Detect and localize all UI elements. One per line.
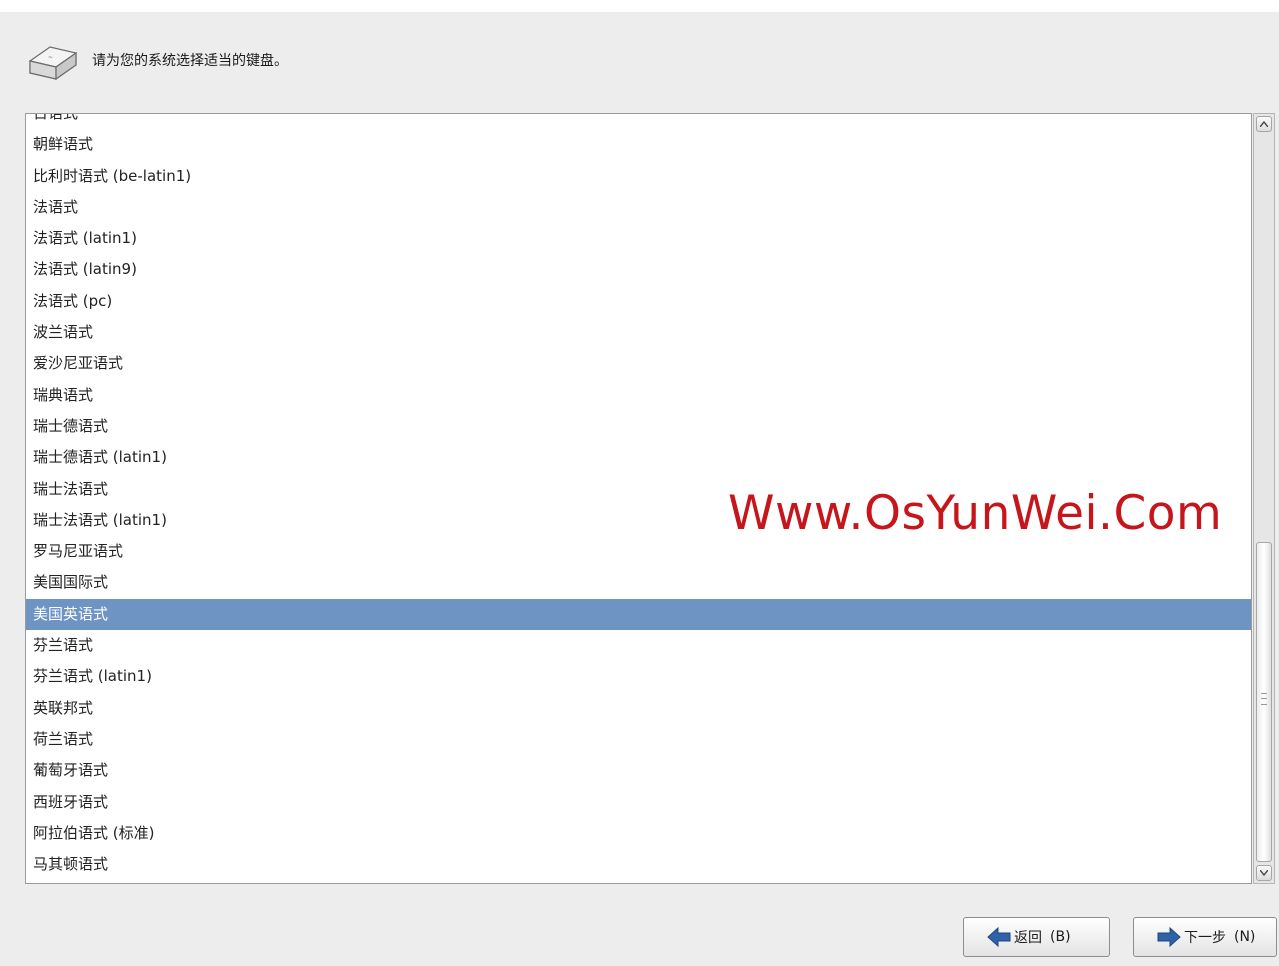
back-button[interactable]: 返回 (B): [963, 917, 1110, 957]
list-item[interactable]: 美国国际式: [26, 567, 1251, 598]
chevron-up-icon: [1260, 121, 1268, 127]
grip-icon: [1261, 693, 1267, 705]
list-item[interactable]: 日语式: [26, 114, 1251, 129]
list-item[interactable]: 阿拉伯语式 (标准): [26, 818, 1251, 849]
list-item[interactable]: 西班牙语式: [26, 787, 1251, 818]
list-item[interactable]: 法语式 (pc): [26, 286, 1251, 317]
list-item[interactable]: 瑞典语式: [26, 380, 1251, 411]
list-item[interactable]: 比利时语式 (be-latin1): [26, 161, 1251, 192]
list-item[interactable]: 芬兰语式 (latin1): [26, 661, 1251, 692]
list-item[interactable]: 荷兰语式: [26, 724, 1251, 755]
scroll-thumb[interactable]: [1256, 542, 1272, 862]
list-item[interactable]: 瑞士德语式: [26, 411, 1251, 442]
scroll-up-button[interactable]: [1256, 116, 1272, 132]
next-button-shortcut: (N): [1234, 929, 1256, 945]
vertical-scrollbar[interactable]: [1253, 113, 1275, 884]
next-button[interactable]: 下一步 (N): [1133, 917, 1277, 957]
list-item-selected[interactable]: 美国英语式: [26, 598, 1251, 631]
svg-text:~: ~: [48, 54, 53, 61]
header-instruction: 请为您的系统选择适当的键盘。: [92, 53, 288, 69]
list-item[interactable]: 法语式: [26, 192, 1251, 223]
arrow-right-icon: [1157, 926, 1181, 948]
list-item[interactable]: 马其顿语式: [26, 849, 1251, 880]
top-strip: [0, 0, 1279, 12]
watermark-text: Www.OsYunWei.Com: [728, 486, 1223, 541]
list-item[interactable]: 法语式 (latin1): [26, 223, 1251, 254]
next-button-label: 下一步: [1184, 930, 1226, 946]
list-item[interactable]: 葡萄牙语式: [26, 755, 1251, 786]
scroll-down-button[interactable]: [1256, 865, 1272, 881]
list-item[interactable]: 法语式 (latin9): [26, 254, 1251, 285]
back-button-label: 返回: [1014, 930, 1042, 946]
list-item[interactable]: 波兰语式: [26, 317, 1251, 348]
list-item[interactable]: 芬兰语式: [26, 630, 1251, 661]
installer-window: ~ 请为您的系统选择适当的键盘。 日语式 朝鲜语式 比利时语式 (be-latin1…: [0, 0, 1279, 966]
back-button-shortcut: (B): [1050, 929, 1071, 945]
keyboard-key-icon: ~: [28, 46, 78, 81]
list-item[interactable]: 朝鲜语式: [26, 129, 1251, 160]
arrow-left-icon: [987, 926, 1011, 948]
list-item[interactable]: 英联邦式: [26, 693, 1251, 724]
header: ~ 请为您的系统选择适当的键盘。: [24, 30, 288, 90]
chevron-down-icon: [1260, 870, 1268, 876]
list-item[interactable]: 瑞士德语式 (latin1): [26, 442, 1251, 473]
list-item[interactable]: 爱沙尼亚语式: [26, 348, 1251, 379]
